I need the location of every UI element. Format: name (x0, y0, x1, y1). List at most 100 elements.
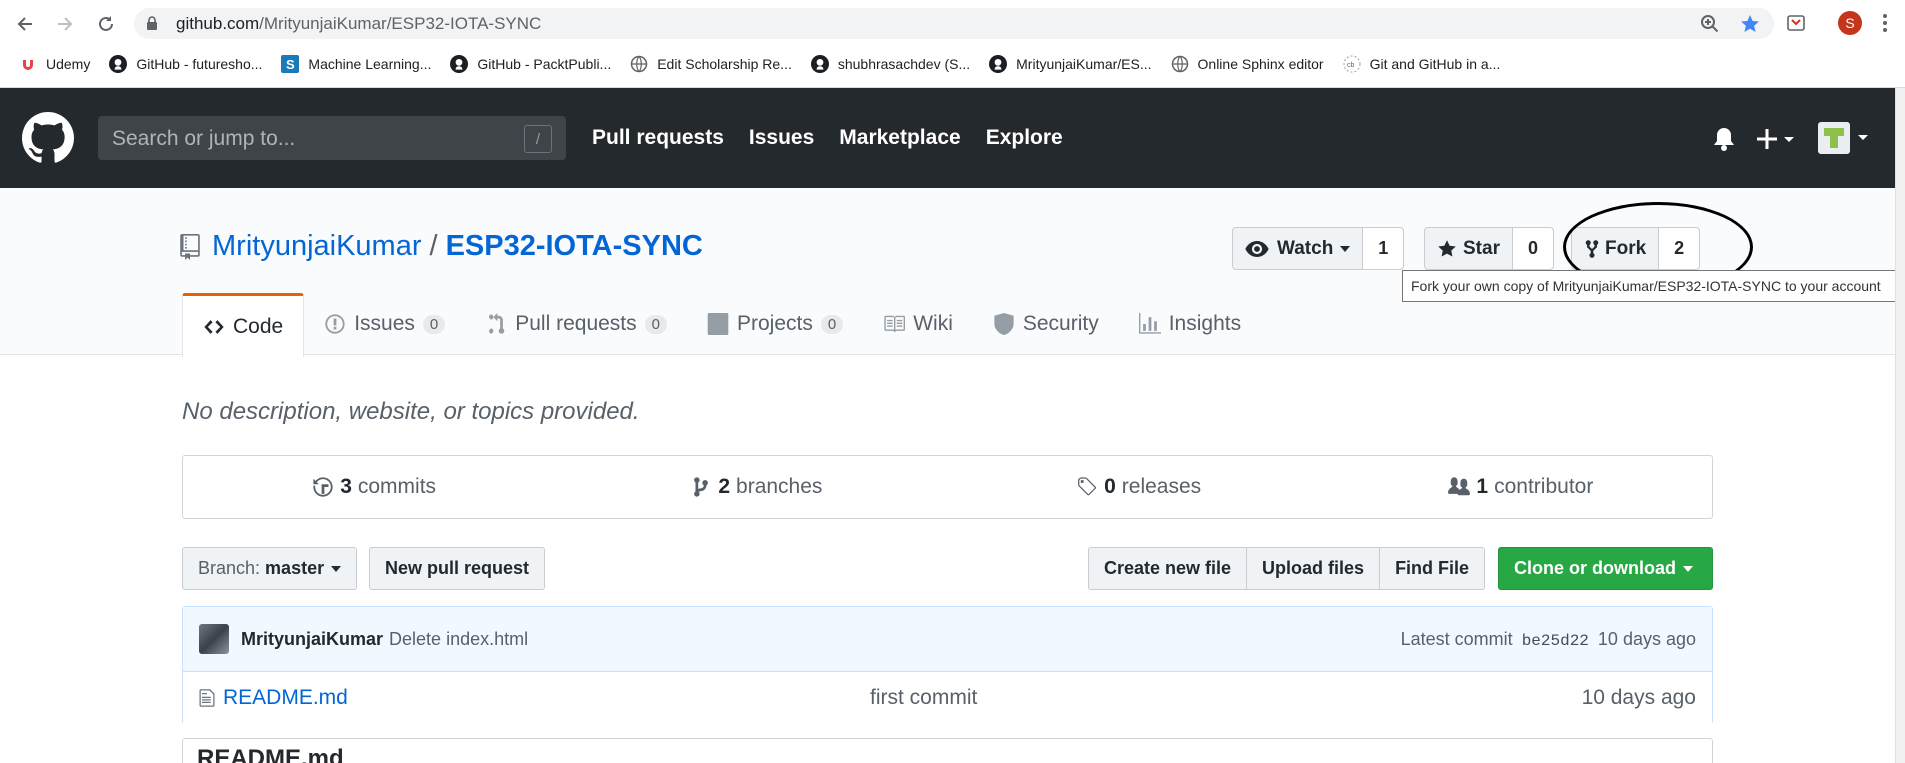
shield-icon (994, 313, 1014, 335)
commit-meta: Latest commit be25d22 10 days ago (1401, 629, 1696, 650)
scribd-icon: S (280, 54, 300, 74)
bookmark-item[interactable]: GitHub - PacktPubli... (449, 54, 611, 74)
tab-wiki[interactable]: Wiki (863, 293, 973, 355)
svg-text:S: S (286, 57, 295, 72)
page-scrollbar[interactable] (1895, 88, 1905, 763)
history-icon (313, 477, 333, 497)
repo-name-link[interactable]: ESP32-IOTA-SYNC (446, 230, 703, 263)
nav-marketplace[interactable]: Marketplace (839, 126, 960, 150)
search-input[interactable]: Search or jump to... / (98, 116, 566, 160)
create-new-plus-icon[interactable] (1756, 128, 1798, 150)
bookmark-item[interactable]: Udemy (18, 54, 90, 74)
address-bar[interactable]: github.com/MrityunjaiKumar/ESP32-IOTA-SY… (134, 8, 1774, 39)
repo-book-icon (180, 233, 200, 260)
avatar[interactable] (199, 624, 229, 654)
github-logo-icon[interactable] (22, 112, 74, 164)
forward-icon[interactable] (52, 11, 78, 37)
profile-avatar[interactable]: S (1838, 11, 1862, 35)
commit-author[interactable]: MrityunjaiKumar (241, 629, 383, 650)
bookmark-label: Online Sphinx editor (1197, 56, 1324, 72)
star-button[interactable]: Star (1425, 228, 1513, 269)
latest-commit-label: Latest commit (1400, 628, 1513, 649)
nav-issues[interactable]: Issues (749, 126, 814, 150)
github-icon (449, 54, 469, 74)
reload-icon[interactable] (93, 11, 119, 37)
globe-icon (1170, 54, 1190, 74)
bookmark-item[interactable]: Edit Scholarship Re... (629, 54, 792, 74)
tab-pull-requests[interactable]: Pull requests 0 (465, 293, 687, 355)
star-count[interactable]: 0 (1512, 228, 1553, 269)
repo-owner-link[interactable]: MrityunjaiKumar (212, 230, 422, 263)
contributors-label: contributor (1494, 475, 1594, 498)
bookmark-item[interactable]: MrityunjaiKumar/ES... (988, 54, 1152, 74)
cb-icon: cb (1342, 54, 1362, 74)
commit-message[interactable]: Delete index.html (389, 629, 528, 650)
star-label: Star (1463, 237, 1500, 259)
file-age: 10 days ago (1581, 686, 1696, 709)
branch-select-button[interactable]: Branch: master (182, 547, 358, 590)
tab-insights[interactable]: Insights (1119, 293, 1261, 355)
repo-title-separator: / (429, 230, 438, 262)
create-new-file-button[interactable]: Create new file (1089, 548, 1248, 589)
browser-toolbar: github.com/MrityunjaiKumar/ESP32-IOTA-SY… (0, 0, 1905, 88)
commits-label: commits (357, 475, 437, 498)
commits-link[interactable]: 3 commits (183, 456, 565, 518)
lock-icon (147, 16, 157, 30)
bookmark-label: Git and GitHub in a... (1369, 56, 1501, 72)
bookmark-item[interactable]: cb Git and GitHub in a... (1342, 54, 1501, 74)
file-commit-message[interactable]: first commit (870, 686, 977, 710)
releases-label: releases (1121, 475, 1202, 498)
tab-issues[interactable]: Issues 0 (304, 293, 465, 355)
branches-link[interactable]: 2 branches (565, 456, 947, 518)
tab-code[interactable]: Code (182, 293, 305, 357)
zoom-icon[interactable] (1700, 14, 1720, 34)
svg-text:cb: cb (1347, 62, 1355, 69)
branches-label: branches (736, 475, 823, 498)
upload-files-button[interactable]: Upload files (1247, 548, 1381, 589)
tab-security-label: Security (1022, 312, 1099, 335)
header-nav: Pull requests Issues Marketplace Explore (592, 126, 1088, 150)
bookmark-item[interactable]: shubhrasachdev (S... (810, 54, 970, 74)
tab-security[interactable]: Security (973, 293, 1119, 355)
people-icon (1448, 477, 1471, 496)
releases-link[interactable]: 0 releases (948, 456, 1330, 518)
bookmark-item[interactable]: GitHub - futuresho... (108, 54, 262, 74)
tab-projects[interactable]: Projects 0 (687, 293, 863, 355)
github-icon (988, 54, 1008, 74)
user-avatar-icon[interactable] (1818, 122, 1870, 154)
branch-name: master (265, 558, 325, 578)
chevron-down-icon (331, 565, 342, 572)
repo-description: No description, website, or topics provi… (182, 398, 640, 425)
tag-icon (1078, 477, 1097, 496)
back-icon[interactable] (12, 11, 38, 37)
bookmark-item[interactable]: S Machine Learning... (280, 54, 431, 74)
file-actions-group: Create new file Upload files Find File (1088, 547, 1486, 590)
star-button-group: Star 0 (1424, 227, 1554, 270)
clone-label: Clone or download (1514, 558, 1676, 578)
new-pull-request-button[interactable]: New pull request (369, 547, 546, 590)
pull-request-icon (489, 313, 505, 334)
more-menu-icon[interactable] (1882, 12, 1888, 34)
nav-pull-requests[interactable]: Pull requests (592, 126, 724, 150)
file-list: MrityunjaiKumar Delete index.html Latest… (182, 606, 1713, 724)
watch-button[interactable]: Watch (1233, 228, 1364, 269)
globe-icon (629, 54, 649, 74)
repo-title: MrityunjaiKumar / ESP32-IOTA-SYNC (180, 230, 703, 263)
extension-icon[interactable] (1786, 13, 1806, 33)
table-row: README.md first commit 10 days ago (183, 672, 1712, 724)
bookmark-star-icon[interactable] (1740, 14, 1760, 34)
file-name-link[interactable]: README.md (223, 686, 348, 710)
clone-or-download-button[interactable]: Clone or download (1498, 547, 1713, 590)
nav-explore[interactable]: Explore (986, 126, 1063, 150)
bookmark-item[interactable]: Online Sphinx editor (1170, 54, 1324, 74)
notifications-bell-icon[interactable] (1712, 126, 1736, 152)
contributors-link[interactable]: 1 contributor (1330, 456, 1712, 518)
bookmark-label: Edit Scholarship Re... (657, 56, 792, 72)
watch-button-group: Watch 1 (1232, 227, 1405, 270)
find-file-button[interactable]: Find File (1380, 548, 1484, 589)
commit-age: 10 days ago (1597, 628, 1696, 649)
commits-count: 3 (340, 475, 352, 498)
watch-count[interactable]: 1 (1363, 228, 1404, 269)
tab-issues-label: Issues (354, 312, 415, 335)
commit-sha[interactable]: be25d22 (1522, 632, 1589, 650)
